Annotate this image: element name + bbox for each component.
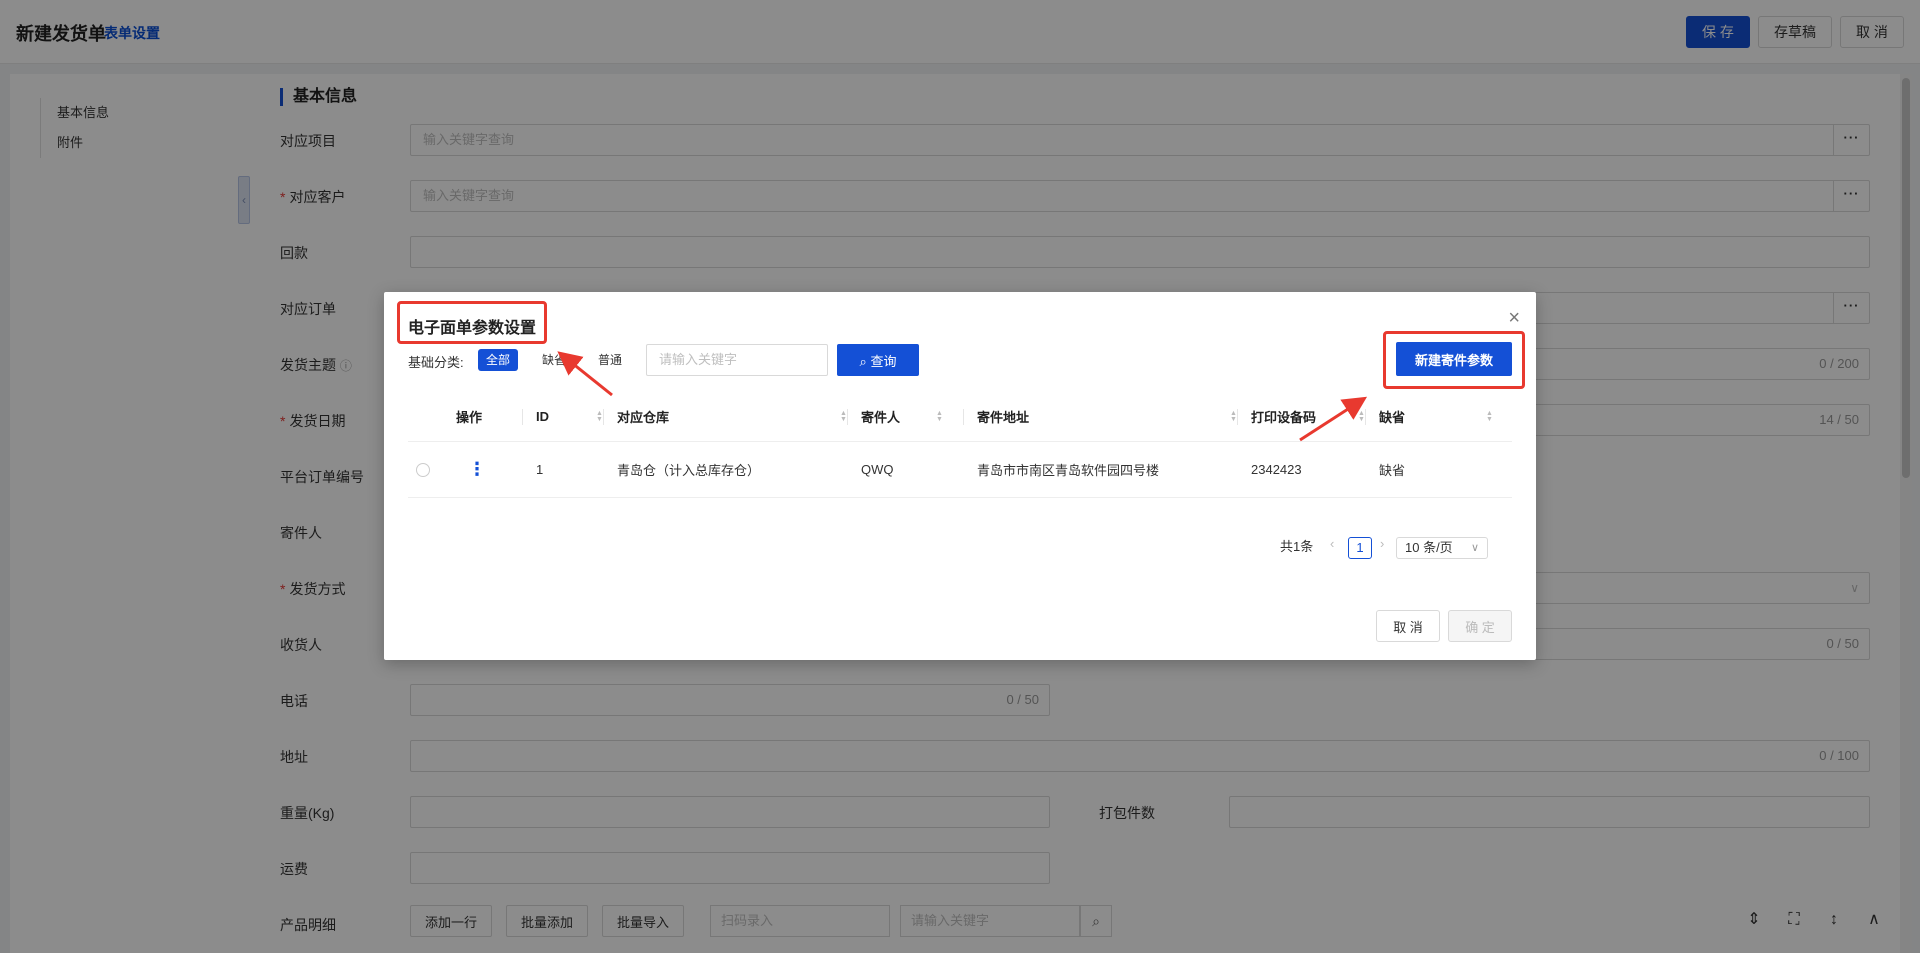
arrow-to-new-button: [1299, 396, 1368, 442]
annotation-arrows: [557, 351, 1368, 442]
arrow-to-default-chip: [557, 351, 613, 397]
